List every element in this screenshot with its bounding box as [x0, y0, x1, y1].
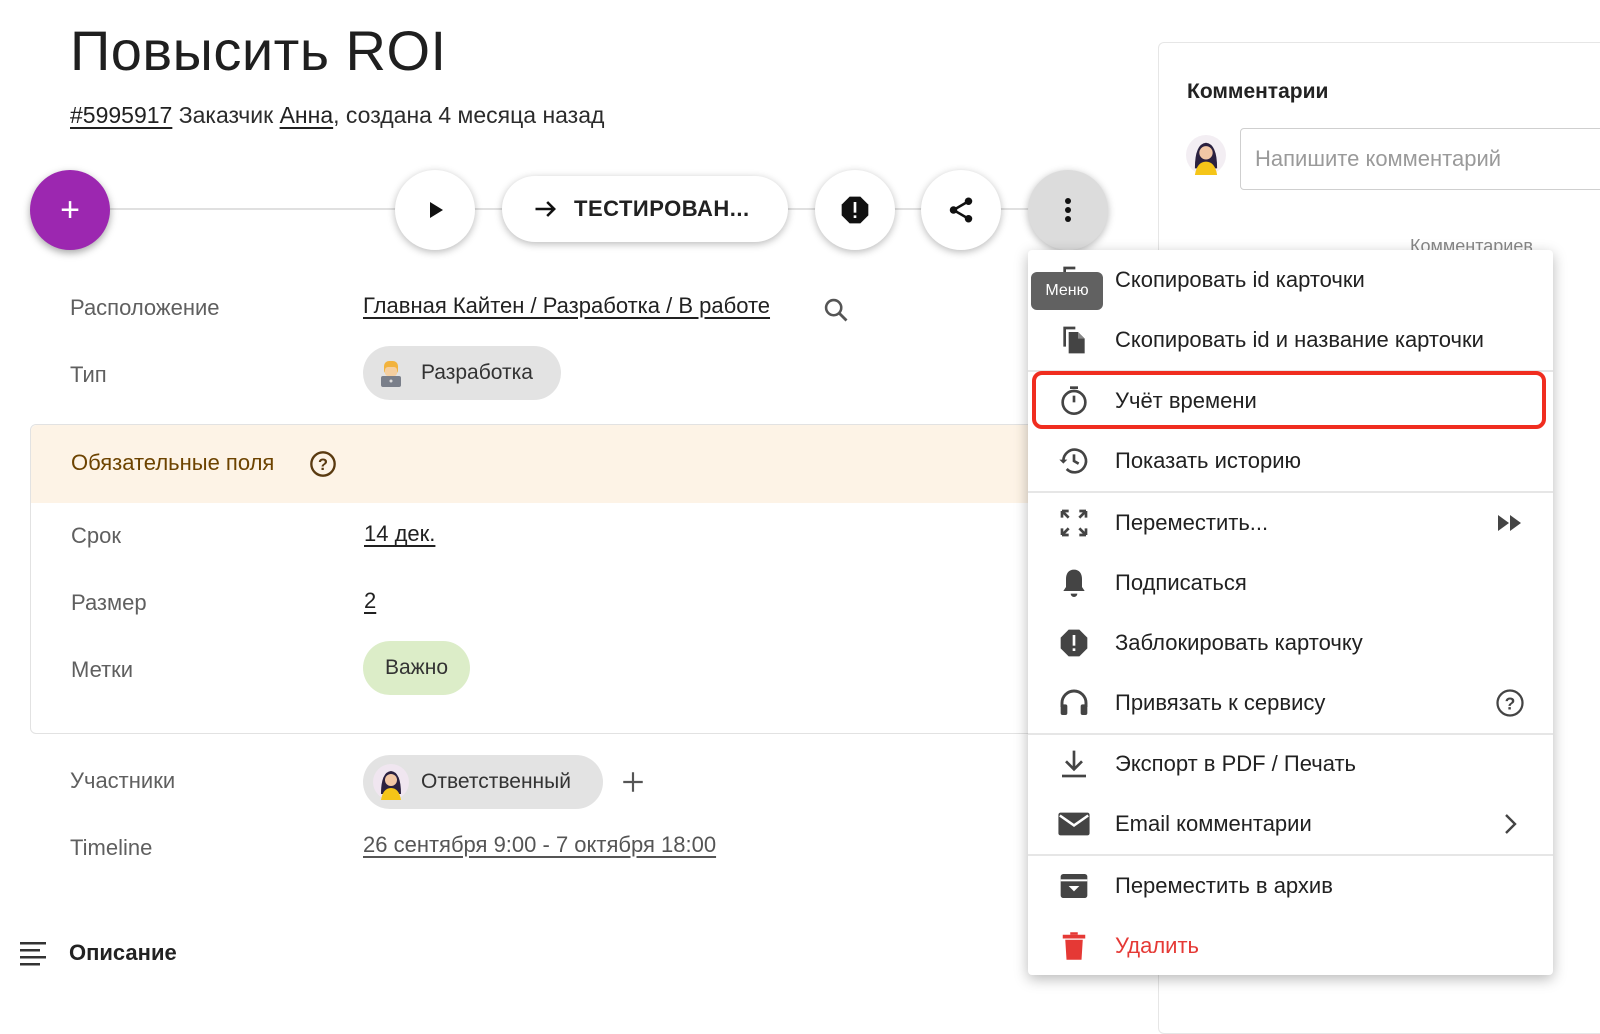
menu-item-label: Удалить — [1115, 933, 1199, 958]
help-circle-icon: ? — [310, 451, 336, 477]
deadline-value[interactable]: 14 дек. — [364, 521, 435, 547]
headset-icon — [1056, 685, 1092, 721]
tag-chip[interactable]: Важно — [363, 641, 470, 695]
deadline-label: Срок — [71, 523, 121, 548]
add-member-button[interactable] — [620, 769, 646, 800]
menu-tooltip: Меню — [1031, 272, 1103, 310]
help-icon[interactable]: ? — [1495, 688, 1525, 718]
type-label: Тип — [70, 362, 107, 387]
download-icon — [1056, 746, 1092, 782]
description-label: Описание — [69, 940, 177, 965]
arrow-right-icon — [535, 201, 556, 217]
tags-label: Метки — [71, 657, 134, 682]
fast-forward-icon — [1495, 508, 1525, 538]
current-user-avatar — [1186, 135, 1226, 180]
customer-prefix: Заказчик — [178, 102, 274, 128]
menu-item-label: Скопировать id карточки — [1115, 267, 1365, 292]
required-help-button[interactable]: ? — [309, 450, 337, 483]
menu-item-label: Заблокировать карточку — [1115, 630, 1363, 655]
required-fields-label: Обязательные поля — [71, 450, 275, 475]
developer-avatar-icon — [375, 357, 407, 389]
svg-text:?: ? — [1505, 693, 1516, 713]
move-icon — [1056, 505, 1092, 541]
card-meta: #5995917 Заказчик Анна, создана 4 месяца… — [70, 102, 604, 129]
move-to-column-button[interactable]: ТЕСТИРОВАН... — [502, 176, 788, 242]
card-id-link[interactable]: #5995917 — [70, 102, 172, 128]
share-button[interactable] — [921, 170, 1001, 250]
created-text: , создана 4 месяца назад — [333, 102, 605, 128]
menu-item-label: Показать историю — [1115, 448, 1302, 473]
start-timer-button[interactable] — [395, 170, 475, 250]
trash-icon — [1056, 928, 1092, 964]
menu-item-export-pdf[interactable]: Экспорт в PDF / Печать — [1028, 734, 1553, 794]
more-vert-icon — [1065, 198, 1071, 222]
member-avatar — [373, 764, 409, 800]
menu-item-block-card[interactable]: Заблокировать карточку — [1028, 613, 1553, 673]
menu-item-archive[interactable]: Переместить в архив — [1028, 856, 1553, 916]
customer-link[interactable]: Анна — [280, 102, 334, 128]
menu-item-label: Привязать к сервису — [1115, 690, 1326, 715]
menu-item-label: Скопировать id и название карточки — [1115, 327, 1484, 352]
menu-item-copy-id-title[interactable]: Скопировать id и название карточки — [1028, 310, 1553, 370]
timeline-label: Timeline — [70, 835, 153, 860]
block-button[interactable] — [815, 170, 895, 250]
menu-item-subscribe[interactable]: Подписаться — [1028, 553, 1553, 613]
timeline-value[interactable]: 26 сентября 9:00 - 7 октября 18:00 — [363, 832, 716, 858]
svg-text:?: ? — [318, 456, 328, 474]
comment-input[interactable] — [1240, 128, 1600, 190]
size-label: Размер — [71, 590, 147, 615]
size-value[interactable]: 2 — [364, 588, 376, 614]
menu-item-copy-id[interactable]: Скопировать id карточки — [1028, 250, 1553, 310]
menu-item-delete[interactable]: Удалить — [1028, 916, 1553, 976]
comments-title: Комментарии — [1187, 80, 1329, 103]
more-menu-button[interactable] — [1028, 170, 1108, 250]
menu-item-label: Email комментарии — [1115, 811, 1312, 836]
tag-value: Важно — [384, 656, 448, 679]
card-title: Повысить ROI — [70, 19, 447, 82]
member-value: Ответственный — [421, 770, 571, 793]
location-label: Расположение — [70, 295, 220, 320]
search-icon — [824, 298, 848, 322]
menu-item-label: Переместить... — [1115, 510, 1269, 535]
highlight-frame — [1032, 371, 1546, 429]
menu-item-email-comments[interactable]: Email комментарии — [1028, 794, 1553, 854]
member-chip[interactable]: Ответственный — [363, 755, 603, 809]
type-value: Разработка — [421, 361, 533, 384]
members-label: Участники — [70, 768, 176, 793]
chevron-right-icon — [1495, 809, 1525, 839]
search-location-button[interactable] — [822, 296, 850, 329]
menu-item-label: Подписаться — [1115, 570, 1247, 595]
menu-item-show-history[interactable]: Показать историю — [1028, 431, 1553, 491]
archive-icon — [1056, 868, 1092, 904]
block-octagon-icon — [841, 196, 869, 224]
card-actions-menu: Скопировать id карточки Скопировать id и… — [1028, 250, 1553, 975]
description-icon — [18, 940, 48, 973]
play-icon — [430, 202, 443, 218]
plus-icon — [623, 772, 643, 792]
add-button[interactable]: + — [30, 170, 110, 250]
menu-item-label: Переместить в архив — [1115, 873, 1333, 898]
menu-item-move[interactable]: Переместить... — [1028, 493, 1553, 553]
required-fields-title: Обязательные поля — [71, 450, 274, 476]
copy-icon — [1056, 322, 1092, 358]
share-icon — [949, 197, 973, 223]
plus-icon: + — [60, 190, 80, 229]
mail-icon — [1056, 806, 1092, 842]
type-chip[interactable]: Разработка — [363, 346, 561, 400]
menu-item-label: Экспорт в PDF / Печать — [1115, 751, 1356, 776]
history-icon — [1056, 443, 1092, 479]
menu-item-link-service[interactable]: Привязать к сервису ? — [1028, 673, 1553, 733]
bell-icon — [1056, 565, 1092, 601]
location-link[interactable]: Главная Кайтен / Разработка / В работе — [363, 293, 770, 319]
block-icon — [1056, 625, 1092, 661]
move-label: ТЕСТИРОВАН... — [574, 196, 750, 221]
